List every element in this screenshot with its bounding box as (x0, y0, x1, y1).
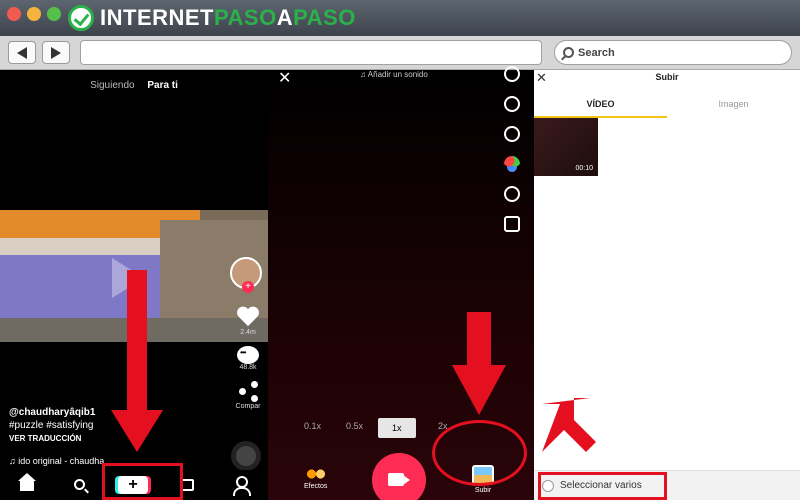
speed-option[interactable]: 0.1x (304, 421, 321, 431)
tab-imagen[interactable]: Imagen (667, 99, 800, 109)
comment-count: 48.8k (239, 364, 257, 371)
check-logo-icon (68, 5, 94, 31)
arrow-left-icon (17, 46, 27, 59)
camera-tools (500, 66, 524, 246)
tab-siguiendo[interactable]: Siguiendo (90, 80, 134, 91)
address-bar[interactable] (80, 40, 542, 65)
flip-icon[interactable] (504, 66, 520, 82)
video-caption: @chaudharyâqib1 #puzzle #satisfying VER … (9, 406, 229, 445)
close-icon[interactable]: ✕ (278, 68, 291, 88)
video-thumbnail[interactable]: 00:10 (534, 118, 598, 176)
browser-window: INTERNETPASOAPASO Search Siguiendo Para … (0, 0, 800, 500)
grid-icon[interactable] (504, 216, 520, 232)
music-label[interactable]: ♫ ido original - chaudha (9, 456, 104, 466)
add-sound-button[interactable]: ♫ Añadir un sonido (360, 70, 428, 79)
zoom-window-button[interactable] (47, 7, 61, 21)
side-actions: + 2.4m 48.8k Compar (230, 257, 266, 410)
caption-user[interactable]: @chaudharyâqib1 (9, 406, 229, 419)
feed-video[interactable] (0, 210, 268, 342)
feed-tabs: Siguiendo Para ti (0, 80, 268, 91)
site-logo: INTERNETPASOAPASO (68, 5, 356, 31)
tab-para-ti[interactable]: Para ti (147, 80, 178, 91)
forward-button[interactable] (42, 41, 70, 64)
video-duration: 00:10 (575, 165, 593, 172)
upload-tabs: VÍDEO Imagen (534, 92, 800, 118)
camera-screen: ✕ ♫ Añadir un sonido 0.1x 0.5x 1x 2x Efe… (268, 66, 534, 500)
speed-icon[interactable] (504, 96, 520, 112)
close-window-button[interactable] (7, 7, 21, 21)
upload-title: Subir (655, 72, 679, 82)
title-bar: INTERNETPASOAPASO (0, 0, 800, 36)
share-label: Compar (235, 403, 261, 410)
effects-icon (306, 468, 325, 480)
comment-icon (237, 346, 259, 364)
effects-button[interactable]: Efectos (304, 468, 327, 490)
home-icon[interactable] (18, 473, 36, 491)
like-action[interactable]: 2.4m (230, 307, 266, 336)
timer-icon[interactable] (504, 186, 520, 202)
tab-video[interactable]: VÍDEO (534, 99, 667, 109)
search-icon (563, 47, 574, 58)
upload-screen: ✕ Subir VÍDEO Imagen 00:10 Seleccionar v… (534, 70, 800, 500)
browser-toolbar: Search (0, 36, 800, 70)
highlight-select-box (538, 472, 667, 500)
profile-icon[interactable] (233, 476, 251, 496)
search-input[interactable]: Search (554, 40, 792, 65)
minimize-window-button[interactable] (27, 7, 41, 21)
avatar[interactable]: + (230, 257, 262, 293)
speed-option[interactable]: 0.5x (346, 421, 363, 431)
record-button[interactable] (372, 453, 426, 500)
heart-icon (236, 307, 260, 329)
feed-screen: Siguiendo Para ti + 2.4m 48.8k Compar (0, 70, 268, 500)
like-count: 2.4m (240, 329, 256, 336)
filter-icon[interactable] (504, 156, 520, 172)
music-disc-icon[interactable] (231, 441, 261, 471)
highlight-create-box (102, 463, 183, 500)
caption-hashtags[interactable]: #puzzle #satisfying (9, 419, 229, 432)
comment-action[interactable]: 48.8k (230, 346, 266, 371)
translate-link[interactable]: VER TRADUCCIÓN (9, 432, 229, 445)
beauty-icon[interactable] (504, 126, 520, 142)
arrow-right-icon (51, 46, 61, 59)
highlight-upload-circle (432, 420, 527, 486)
follow-plus-icon[interactable]: + (242, 281, 254, 293)
discover-search-icon[interactable] (74, 479, 85, 490)
share-icon (237, 381, 259, 403)
play-icon[interactable] (112, 258, 144, 298)
back-button[interactable] (8, 41, 36, 64)
speed-option-selected[interactable]: 1x (378, 418, 416, 438)
camera-icon (388, 473, 404, 486)
share-action[interactable]: Compar (230, 381, 266, 410)
